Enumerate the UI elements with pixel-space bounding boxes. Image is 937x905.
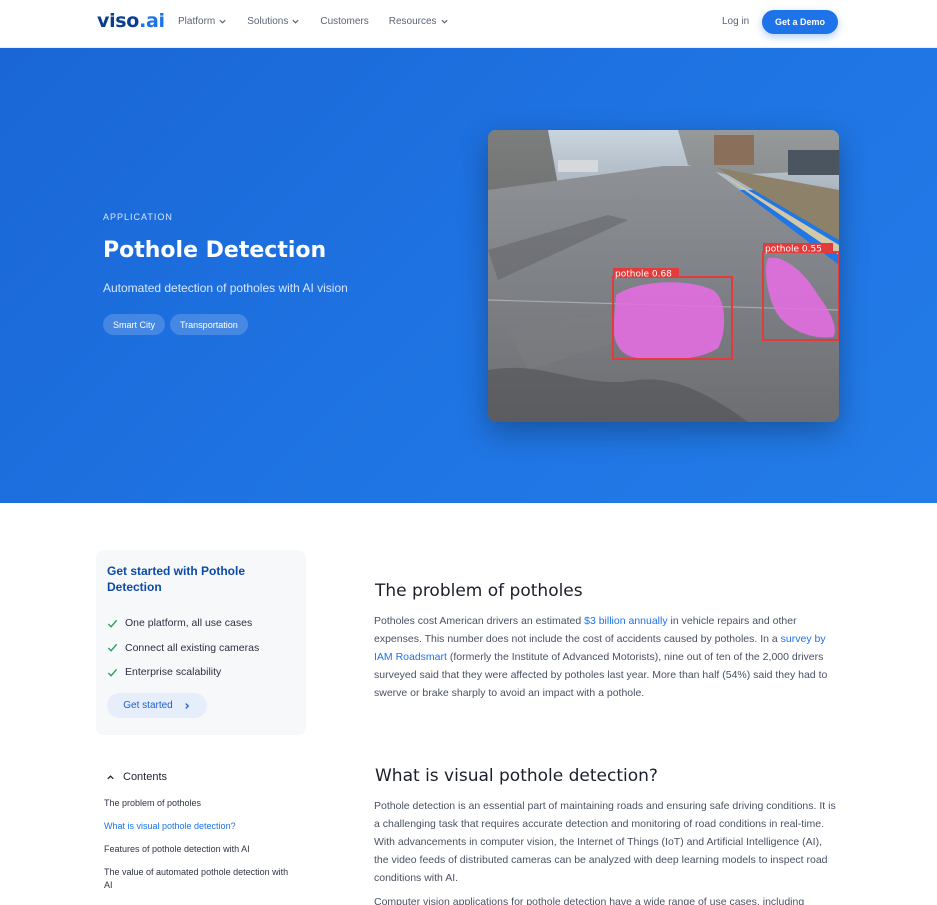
nav-solutions[interactable]: Solutions — [247, 16, 300, 27]
checklist-item-label: Connect all existing cameras — [125, 641, 260, 654]
check-icon — [107, 644, 118, 652]
tag-smart-city[interactable]: Smart City — [103, 314, 166, 335]
chevron-right-icon — [185, 702, 189, 709]
site-header: viso.ai Platform Solutions Customers Res… — [0, 0, 937, 48]
checklist-item-label: Enterprise scalability — [125, 666, 222, 679]
section-visual-detection-paragraph: Pothole detection is an essential part o… — [374, 800, 836, 884]
section-problem-paragraph: Potholes cost American drivers an estima… — [374, 612, 839, 702]
hero-subtitle: Automated detection of potholes with AI … — [103, 281, 348, 295]
contents-toggle[interactable]: Contents — [106, 771, 167, 783]
hero-section: APPLICATION Pothole Detection Automated … — [0, 48, 937, 503]
nav-platform[interactable]: Platform — [178, 16, 227, 27]
contents-heading: Contents — [123, 771, 168, 783]
card-title: Get started with Pothole Detection — [107, 564, 246, 594]
toc-item-problem[interactable]: The problem of potholes — [104, 797, 294, 810]
nav-platform-label: Platform — [178, 16, 216, 27]
detection-label-2: pothole 0.55 — [765, 245, 822, 255]
logo-suffix: .ai — [139, 10, 165, 32]
page-title: Pothole Detection — [103, 238, 327, 263]
main-nav: Platform Solutions Customers Resources — [178, 16, 469, 27]
section-heading-visual-detection: What is visual pothole detection? — [375, 766, 658, 786]
tag-transportation[interactable]: Transportation — [170, 314, 248, 335]
checklist-item: Enterprise scalability — [107, 660, 259, 685]
road-scene-illustration: pothole 0.68 pothole 0.55 — [488, 130, 839, 422]
feature-checklist: One platform, all use cases Connect all … — [107, 611, 259, 685]
section-heading-problem: The problem of potholes — [375, 581, 583, 601]
get-started-button[interactable]: Get started — [107, 693, 207, 718]
pothole-detection-image: pothole 0.68 pothole 0.55 — [488, 130, 839, 422]
detection-label-1: pothole 0.68 — [615, 270, 672, 280]
chevron-down-icon — [219, 19, 226, 24]
get-demo-button[interactable]: Get a Demo — [762, 10, 838, 34]
nav-resources-label: Resources — [388, 16, 437, 27]
checklist-item-label: One platform, all use cases — [125, 617, 253, 630]
hero-eyebrow: APPLICATION — [103, 212, 173, 222]
nav-customers-label: Customers — [320, 16, 369, 27]
logo-text: viso — [97, 10, 140, 32]
chevron-down-icon — [292, 19, 299, 24]
paragraph-text: Potholes cost American drivers an estima… — [374, 615, 585, 627]
toc-item-value[interactable]: The value of automated pothole detection… — [104, 866, 294, 892]
section-visual-detection-paragraph-2: Computer vision applications for pothole… — [374, 896, 805, 905]
nav-resources[interactable]: Resources — [389, 16, 449, 27]
checklist-item: Connect all existing cameras — [107, 636, 259, 661]
chevron-up-icon — [107, 774, 114, 779]
logo[interactable]: viso.ai — [97, 10, 165, 32]
check-icon — [107, 668, 118, 677]
login-link[interactable]: Log in — [722, 16, 749, 27]
hero-tags: Smart City Transportation — [103, 314, 248, 335]
get-started-card: Get started with Pothole Detection One p… — [96, 550, 306, 735]
chevron-down-icon — [440, 19, 448, 24]
toc-item-visual-detection[interactable]: What is visual pothole detection? — [104, 820, 294, 833]
checklist-item: One platform, all use cases — [107, 611, 259, 636]
toc-item-features[interactable]: Features of pothole detection with AI — [104, 843, 294, 856]
get-started-label: Get started — [123, 700, 173, 711]
check-icon — [107, 619, 118, 628]
table-of-contents: The problem of potholes What is visual p… — [104, 797, 294, 902]
nav-customers[interactable]: Customers — [320, 16, 368, 27]
billion-annually-link[interactable]: $3 billion annually — [584, 615, 667, 627]
nav-solutions-label: Solutions — [247, 16, 289, 27]
